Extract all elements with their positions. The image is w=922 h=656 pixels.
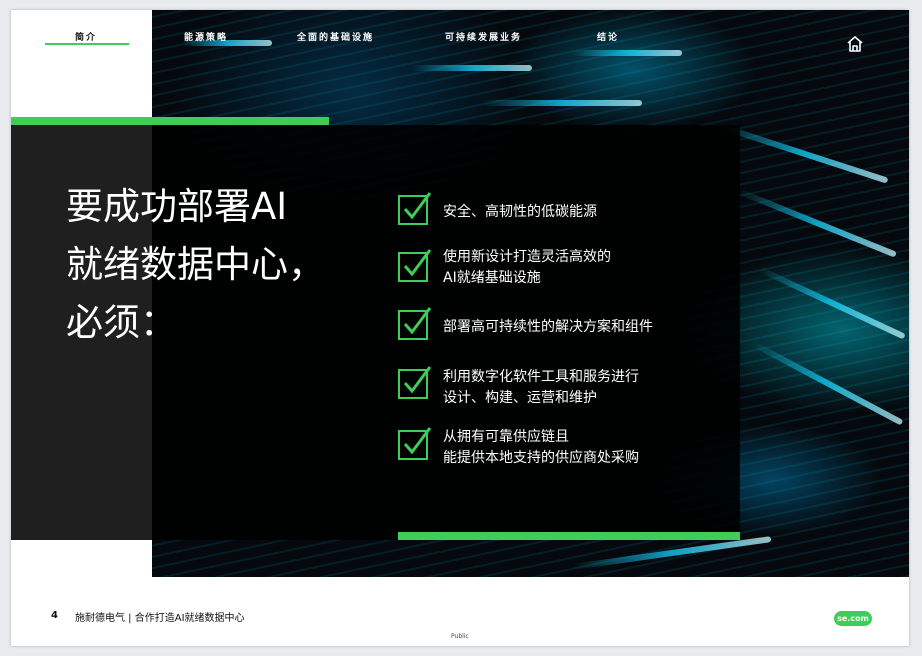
footer-text: 施耐德电气 | 合作打造AI就绪数据中心 — [75, 613, 245, 624]
light-streak — [750, 340, 904, 426]
checklist-text: 安全、高韧性的低碳能源 — [443, 204, 597, 220]
light-streak — [412, 65, 532, 71]
page-title: 要成功部署AI 就绪数据中心， 必须： — [66, 178, 366, 352]
light-streak — [758, 266, 906, 340]
light-streak — [737, 188, 897, 258]
checkbox-checked-icon — [398, 366, 432, 399]
nav-item-intro[interactable]: 简介 — [75, 30, 97, 43]
nav-item-infrastructure[interactable]: 全面的基础设施 — [297, 30, 374, 43]
light-streak — [715, 122, 889, 184]
page: 简介 能源策略 全面的基础设施 可持续发展业务 结论 要成功部署AI 就绪数据中… — [11, 10, 909, 646]
title-line: 要成功部署AI — [66, 185, 288, 228]
title-line: 必须： — [66, 301, 177, 344]
home-icon[interactable] — [845, 34, 865, 54]
page-number: 4 — [51, 610, 58, 621]
checklist-text: 能提供本地支持的供应商处采购 — [443, 450, 639, 466]
se-com-link[interactable]: se.com — [834, 611, 872, 626]
checklist-text: 从拥有可靠供应链且 — [443, 429, 569, 445]
checkbox-checked-icon — [398, 307, 432, 340]
checklist-text: 利用数字化软件工具和服务进行 — [443, 369, 639, 385]
nav-item-energy-strategy[interactable]: 能源策略 — [184, 30, 228, 43]
accent-bar-top — [11, 117, 329, 125]
checkbox-checked-icon — [398, 192, 432, 225]
light-streak — [572, 536, 772, 570]
nav-item-sustainable-business[interactable]: 可持续发展业务 — [445, 30, 522, 43]
top-nav: 简介 能源策略 全面的基础设施 可持续发展业务 结论 — [11, 10, 909, 56]
checklist-text: 设计、构建、运营和维护 — [443, 390, 597, 406]
checklist-text: 部署高可持续性的解决方案和组件 — [443, 319, 653, 335]
checklist-text: AI就绪基础设施 — [443, 270, 541, 286]
title-line: 就绪数据中心， — [66, 243, 325, 286]
classification-label: Public — [451, 633, 469, 640]
nav-active-underline — [45, 43, 129, 45]
light-streak — [482, 100, 642, 106]
checkbox-checked-icon — [398, 249, 432, 282]
nav-item-conclusion[interactable]: 结论 — [597, 30, 619, 43]
checkbox-checked-icon — [398, 427, 432, 460]
accent-bar-bottom — [398, 532, 740, 540]
checklist-text: 使用新设计打造灵活高效的 — [443, 249, 611, 265]
